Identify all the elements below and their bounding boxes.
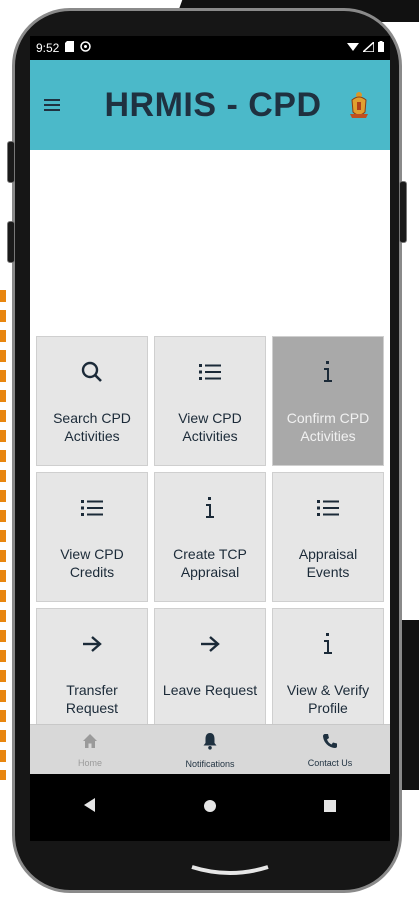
home-icon bbox=[82, 733, 98, 754]
appraisal-events-tile[interactable]: Appraisal Events bbox=[272, 472, 384, 602]
nav-contact-us[interactable]: Contact Us bbox=[270, 725, 390, 775]
leave-request-tile[interactable]: Leave Request bbox=[154, 608, 266, 738]
tile-label: View & Verify Profile bbox=[286, 682, 370, 716]
recents-icon[interactable] bbox=[324, 799, 336, 817]
back-icon[interactable] bbox=[84, 798, 96, 817]
phone-screen: 9:52 HRMIS - CPD Search CPD Activities V… bbox=[30, 36, 390, 841]
hamburger-menu-icon[interactable] bbox=[44, 94, 84, 117]
signal-icon bbox=[361, 39, 375, 55]
app-title: HRMIS - CPD bbox=[104, 85, 322, 124]
info-icon bbox=[321, 625, 335, 663]
decorative-dashed-line bbox=[0, 290, 6, 780]
status-time: 9:52 bbox=[36, 41, 60, 55]
tile-label: View CPD Activities bbox=[178, 410, 242, 444]
create-tcp-appraisal-tile[interactable]: Create TCP Appraisal bbox=[154, 472, 266, 602]
status-bar: 9:52 bbox=[30, 36, 390, 60]
tile-label: Appraisal Events bbox=[298, 546, 358, 580]
tile-label: Confirm CPD Activities bbox=[286, 410, 370, 444]
sd-card-icon bbox=[65, 41, 75, 55]
tile-label: Create TCP Appraisal bbox=[173, 546, 247, 580]
transfer-request-tile[interactable]: Transfer Request bbox=[36, 608, 148, 738]
sync-icon bbox=[80, 41, 92, 55]
search-icon bbox=[81, 353, 103, 391]
battery-icon bbox=[378, 41, 384, 55]
bottom-navigation: Home Notifications Contact Us bbox=[30, 724, 390, 775]
phone-side-button bbox=[7, 221, 15, 263]
tile-label: View CPD Credits bbox=[60, 546, 124, 580]
tile-label: Search CPD Activities bbox=[53, 410, 131, 444]
list-icon bbox=[199, 353, 221, 391]
nav-notifications[interactable]: Notifications bbox=[150, 725, 270, 775]
phone-icon bbox=[322, 733, 338, 754]
phone-speaker-curve bbox=[191, 865, 269, 875]
arrow-right-icon bbox=[82, 625, 102, 663]
bell-icon bbox=[203, 732, 217, 755]
tile-label: Transfer Request bbox=[65, 682, 119, 716]
info-icon bbox=[203, 489, 217, 527]
nav-label: Home bbox=[77, 757, 102, 768]
arrow-right-icon bbox=[200, 625, 220, 663]
view-cpd-activities-tile[interactable]: View CPD Activities bbox=[154, 336, 266, 466]
nav-home[interactable]: Home bbox=[30, 725, 150, 775]
wifi-icon bbox=[347, 42, 359, 55]
nav-label: Contact Us bbox=[307, 757, 353, 768]
menu-grid: Search CPD Activities View CPD Activitie… bbox=[36, 336, 384, 738]
confirm-cpd-activities-tile: Confirm CPD Activities bbox=[272, 336, 384, 466]
tile-label: Leave Request bbox=[162, 682, 258, 698]
search-cpd-activities-tile[interactable]: Search CPD Activities bbox=[36, 336, 148, 466]
list-icon bbox=[317, 489, 339, 527]
view-verify-profile-tile[interactable]: View & Verify Profile bbox=[272, 608, 384, 738]
list-icon bbox=[81, 489, 103, 527]
app-bar: HRMIS - CPD bbox=[30, 60, 390, 150]
home-circle-icon[interactable] bbox=[204, 799, 216, 817]
phone-side-button bbox=[399, 181, 407, 243]
emblem-logo-icon bbox=[342, 90, 376, 120]
info-icon bbox=[321, 353, 335, 391]
nav-label: Notifications bbox=[185, 758, 235, 769]
view-cpd-credits-tile[interactable]: View CPD Credits bbox=[36, 472, 148, 602]
android-navigation-bar bbox=[30, 774, 390, 841]
phone-side-button bbox=[7, 141, 15, 183]
